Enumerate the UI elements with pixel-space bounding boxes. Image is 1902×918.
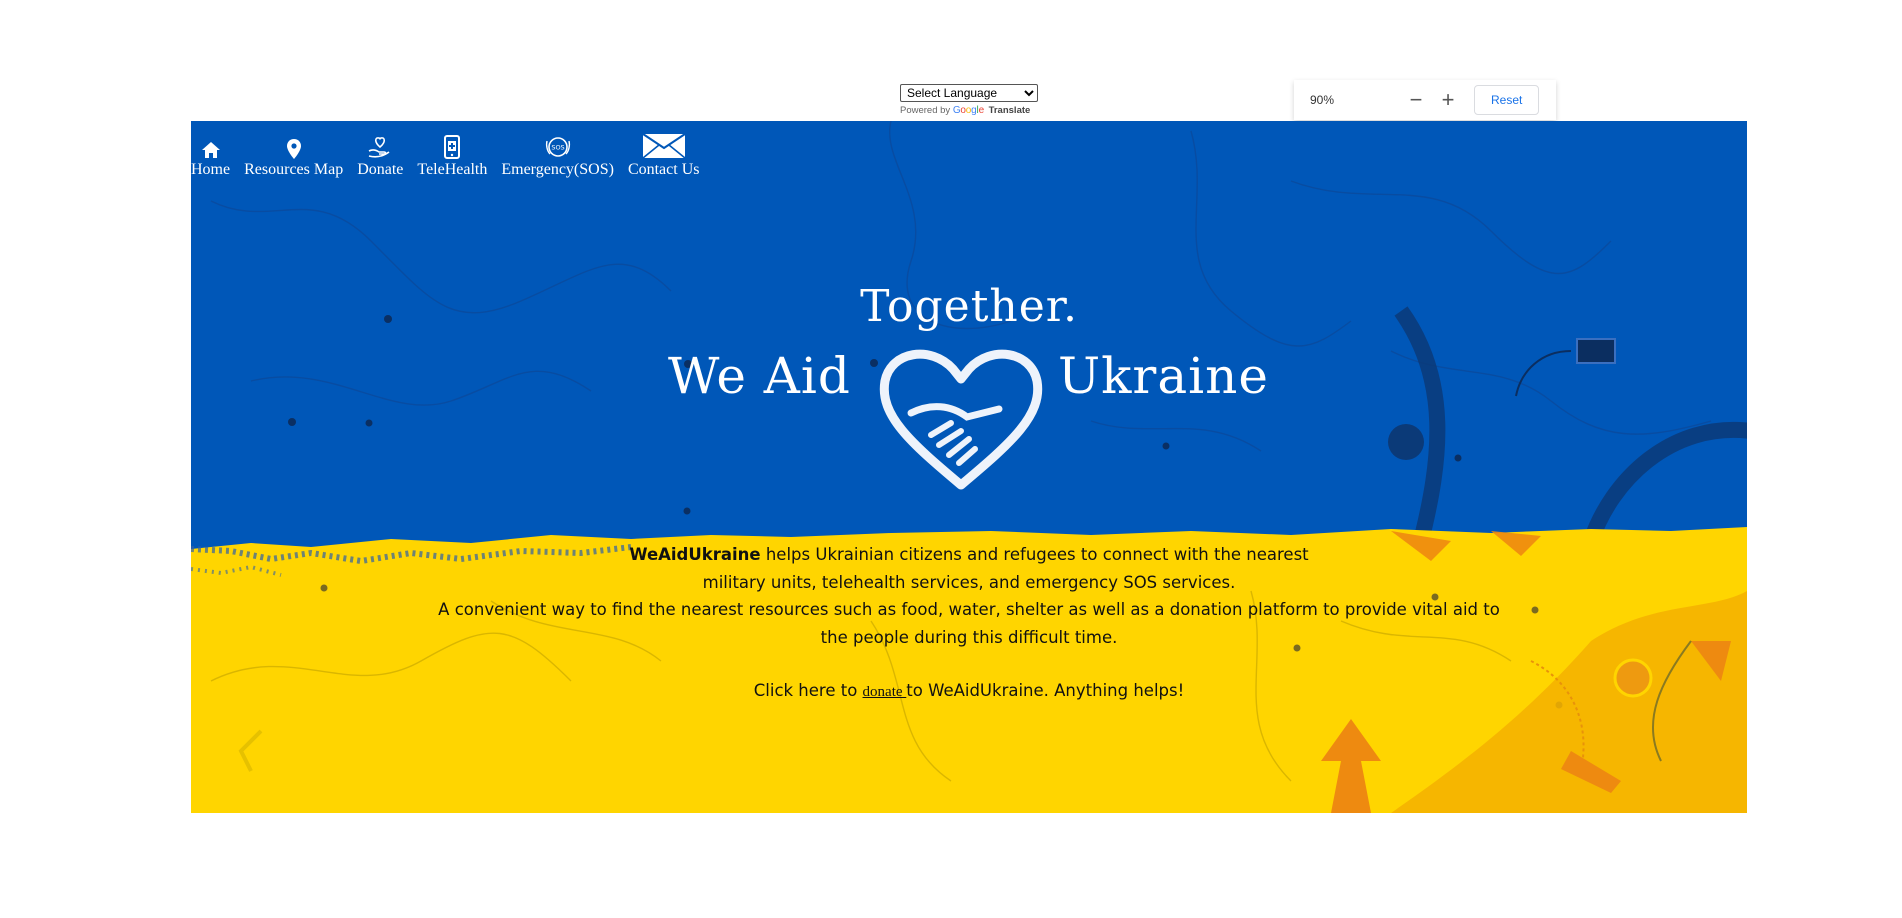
home-icon xyxy=(201,133,221,159)
desc-line-1-text: helps Ukrainian citizens and refugees to… xyxy=(760,545,1309,564)
nav-emergency-sos-label: Emergency(SOS) xyxy=(501,161,614,178)
nav-resources-map-label: Resources Map xyxy=(244,161,344,178)
desc-brand: WeAidUkraine xyxy=(629,545,761,564)
headline-together: Together. xyxy=(860,281,1078,332)
powered-by-google: Powered by Google Translate xyxy=(900,105,1038,116)
zoom-level: 90% xyxy=(1310,93,1335,107)
nav-donate-label: Donate xyxy=(357,161,404,178)
google-logo: Google xyxy=(952,105,984,116)
hero-banner: Home Resources Map Donate TeleHealth SOS… xyxy=(191,121,1747,813)
nav-resources-map[interactable]: Resources Map xyxy=(244,133,343,179)
nav-home[interactable]: Home xyxy=(191,133,230,179)
donate-link[interactable]: donate xyxy=(863,684,907,700)
phone-medical-icon xyxy=(442,133,462,159)
desc-line-2: military units, telehealth services, and… xyxy=(702,572,1236,592)
donate-heart-hand-icon xyxy=(367,133,393,159)
desc-line-1: WeAidUkraine helps Ukrainian citizens an… xyxy=(391,541,1547,569)
cta-suffix: to WeAidUkraine. Anything helps! xyxy=(906,681,1185,700)
desc-line-4: the people during this difficult time. xyxy=(820,627,1118,647)
nav-donate[interactable]: Donate xyxy=(357,133,403,179)
sos-icon: SOS xyxy=(545,133,571,159)
donate-cta: Click here to donate to WeAidUkraine. An… xyxy=(191,681,1747,701)
nav-home-label: Home xyxy=(191,161,231,178)
desc-line-3: A convenient way to find the nearest res… xyxy=(438,600,1500,619)
envelope-icon xyxy=(642,133,686,159)
map-pin-icon xyxy=(286,133,301,159)
cta-prefix: Click here to xyxy=(753,681,863,700)
translate-link[interactable]: Translate xyxy=(989,105,1031,116)
zoom-in-button[interactable]: + xyxy=(1432,84,1464,116)
main-nav: Home Resources Map Donate TeleHealth SOS… xyxy=(191,133,713,179)
headline-ukraine: Ukraine xyxy=(1058,347,1269,405)
nav-telehealth[interactable]: TeleHealth xyxy=(417,133,487,179)
nav-emergency-sos[interactable]: SOS Emergency(SOS) xyxy=(501,133,614,179)
headline-we-aid: We Aid xyxy=(668,347,851,405)
nav-contact-us[interactable]: Contact Us xyxy=(627,133,700,179)
nav-contact-us-label: Contact Us xyxy=(627,161,700,178)
google-translate-widget: Select Language Powered by Google Transl… xyxy=(900,84,1038,116)
svg-text:SOS: SOS xyxy=(551,144,564,152)
zoom-reset-button[interactable]: Reset xyxy=(1474,85,1540,115)
zoom-out-button[interactable]: − xyxy=(1400,84,1432,116)
hero-description: WeAidUkraine helps Ukrainian citizens an… xyxy=(391,541,1547,651)
heart-handshake-logo-icon xyxy=(871,343,1051,498)
zoom-widget: 90% − + Reset xyxy=(1294,80,1556,120)
language-select[interactable]: Select Language xyxy=(900,84,1038,102)
powered-by-text: Powered by xyxy=(900,105,951,116)
page: Select Language Powered by Google Transl… xyxy=(0,0,1902,918)
nav-telehealth-label: TeleHealth xyxy=(417,161,488,178)
